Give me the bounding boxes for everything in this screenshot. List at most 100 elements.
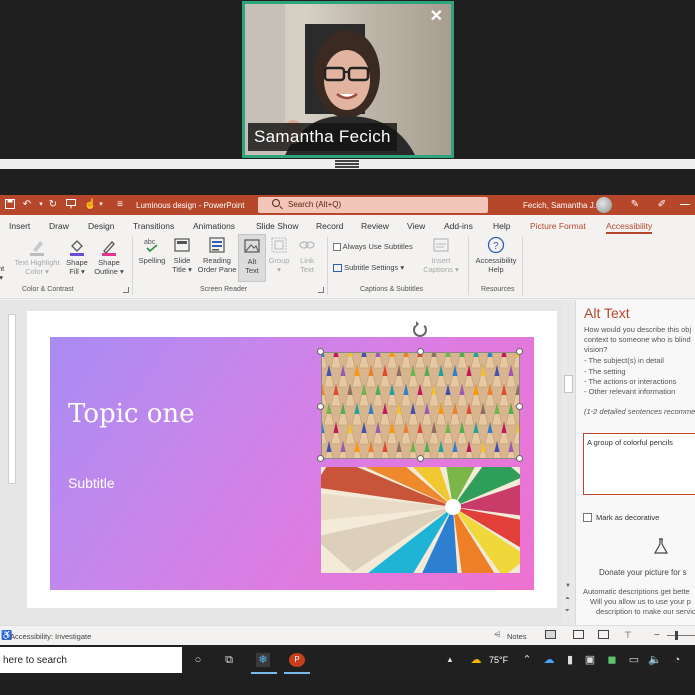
always-use-subtitles-checkbox[interactable]: Always Use Subtitles [333,242,413,252]
drag-handle-icon[interactable] [335,160,359,168]
normal-view-icon[interactable] [545,630,556,639]
zoom-slider-thumb[interactable] [675,631,678,640]
resize-handle-ne[interactable] [516,348,523,355]
onedrive-icon[interactable]: ☁ [542,653,556,667]
tab-insert[interactable]: Insert [9,221,30,231]
accessibility-status[interactable]: Accessibility: Investigate [10,632,91,641]
pen-icon[interactable]: ✐ [657,199,667,210]
battery-icon[interactable]: ▭ [627,653,641,667]
scrollbar-thumb[interactable] [8,314,16,484]
taskbar-search-input[interactable]: here to search [0,647,182,673]
qat-customize-icon[interactable]: ▾ [96,199,106,210]
thumbnail-scrollbar[interactable] [7,302,17,492]
snowflake-app-icon[interactable]: ❄ [256,653,270,667]
zoom-out-icon[interactable]: − [654,630,660,641]
slide-show-icon[interactable]: ⊤ [624,630,632,641]
group-button[interactable]: Group ▾ [266,236,292,274]
volume-icon[interactable]: 🔈 [648,653,662,667]
donate-text: Donate your picture for s [599,568,687,577]
avatar[interactable] [596,197,612,213]
resize-handle-w[interactable] [317,403,324,410]
zoom-slider[interactable] [667,635,695,636]
tab-design[interactable]: Design [88,221,114,231]
participant-video-tile[interactable]: ✕ Samantha Fecich [242,1,454,158]
mark-decorative-checkbox[interactable] [583,513,592,522]
pane-bullet: - Other relevant information [584,387,676,396]
slide-title[interactable]: Topic one [68,399,195,429]
scroll-down-icon[interactable]: ▼ [565,583,571,589]
insert-captions-button[interactable]: Insert Captions ▾ [420,236,462,274]
undo-icon[interactable]: ↶ [22,199,32,210]
tab-picture-format[interactable]: Picture Format [530,221,586,231]
vertical-scrollbar[interactable]: ▼ ⏶ ⏷ [562,300,575,625]
resize-handle-e[interactable] [516,403,523,410]
screen-bottom-area [0,675,695,695]
shape-outline-button[interactable]: Shape Outline ▾ [92,238,126,276]
pencil-circle-picture[interactable] [321,467,520,573]
search-input[interactable]: Search (Alt+Q) [258,197,488,213]
undo-dropdown-icon[interactable]: ▾ [36,199,46,210]
weather-temperature[interactable]: 75°F [489,655,508,665]
text-highlight-button[interactable]: Text Highlight Color ▾ [12,238,62,276]
reading-order-pane-button[interactable]: Reading Order Pane [196,236,238,274]
split-resize-bar[interactable] [0,159,695,169]
tab-help[interactable]: Help [493,221,510,231]
tab-accessibility[interactable]: Accessibility [606,221,653,234]
close-icon[interactable]: ✕ [430,6,443,26]
present-icon[interactable] [66,199,76,210]
video-call-area: ✕ Samantha Fecich [0,0,695,160]
tab-slide-show[interactable]: Slide Show [256,221,299,231]
usb-icon[interactable]: ▮ [563,653,577,667]
alt-text-field[interactable]: A group of colorful pencils [583,433,695,495]
redo-icon[interactable]: ↻ [48,199,58,210]
resize-handle-sw[interactable] [317,455,324,462]
task-view-icon[interactable]: ⧉ [222,653,236,667]
spelling-button[interactable]: abc Spelling [136,236,168,265]
accessibility-help-button[interactable]: ? Accessibility Help [471,236,521,274]
tab-draw[interactable]: Draw [49,221,69,231]
customize-toolbar-icon[interactable]: ≡ [115,199,125,210]
resize-handle-s[interactable] [417,455,424,462]
slide-sorter-icon[interactable] [573,630,584,639]
weather-icon[interactable]: ☁ [469,653,483,667]
cortana-icon[interactable]: ○ [191,653,205,667]
slide[interactable]: Topic one Subtitle [50,337,534,590]
tab-transitions[interactable]: Transitions [133,221,174,231]
alt-text-button[interactable]: Alt Text [238,234,266,282]
save-icon[interactable] [5,199,15,210]
network-icon[interactable]: ◔ [670,653,684,667]
resize-handle-n[interactable] [417,348,424,355]
touch-mode-icon[interactable]: ☝ [84,199,96,210]
tab-view[interactable]: View [407,221,425,231]
powerpoint-app-icon[interactable]: P [289,653,305,667]
minimize-icon[interactable] [680,204,690,205]
slide-subtitle[interactable]: Subtitle [68,475,115,491]
resize-handle-nw[interactable] [317,348,324,355]
security-icon[interactable]: ◼ [605,653,619,667]
tab-review[interactable]: Review [361,221,389,231]
tray-chevron-icon[interactable]: ⌃ [520,653,534,667]
font-color-button[interactable]: nt ▾ [0,264,4,282]
reading-view-icon[interactable] [598,630,609,639]
slide-title-button[interactable]: Slide Title ▾ [167,236,197,274]
scrollbar-thumb[interactable] [564,375,573,393]
tab-animations[interactable]: Animations [193,221,235,231]
dialog-launcher-icon[interactable] [123,287,129,293]
tab-add-ins[interactable]: Add-ins [444,221,473,231]
previous-slide-icon[interactable]: ⏶ [565,596,570,603]
shape-fill-button[interactable]: Shape Fill ▾ [63,238,91,276]
designer-icon[interactable]: ✎ [630,199,640,210]
resize-handle-se[interactable] [516,455,523,462]
rotate-handle-icon[interactable] [413,321,427,337]
subtitle-settings-button[interactable]: Subtitle Settings ▾ [333,263,404,273]
tray-scroll-icon[interactable]: ▲ [443,653,457,667]
tab-record[interactable]: Record [316,221,343,231]
dialog-launcher-icon[interactable] [318,287,324,293]
next-slide-icon[interactable]: ⏷ [565,608,570,615]
link-text-button[interactable]: Link Text [293,236,321,274]
notes-button[interactable]: Notes [507,632,527,641]
paint-bucket-icon [70,240,84,256]
user-name[interactable]: Fecich, Samantha J. [523,201,596,210]
svg-text:?: ? [493,241,499,252]
device-icon[interactable]: ▣ [583,653,597,667]
